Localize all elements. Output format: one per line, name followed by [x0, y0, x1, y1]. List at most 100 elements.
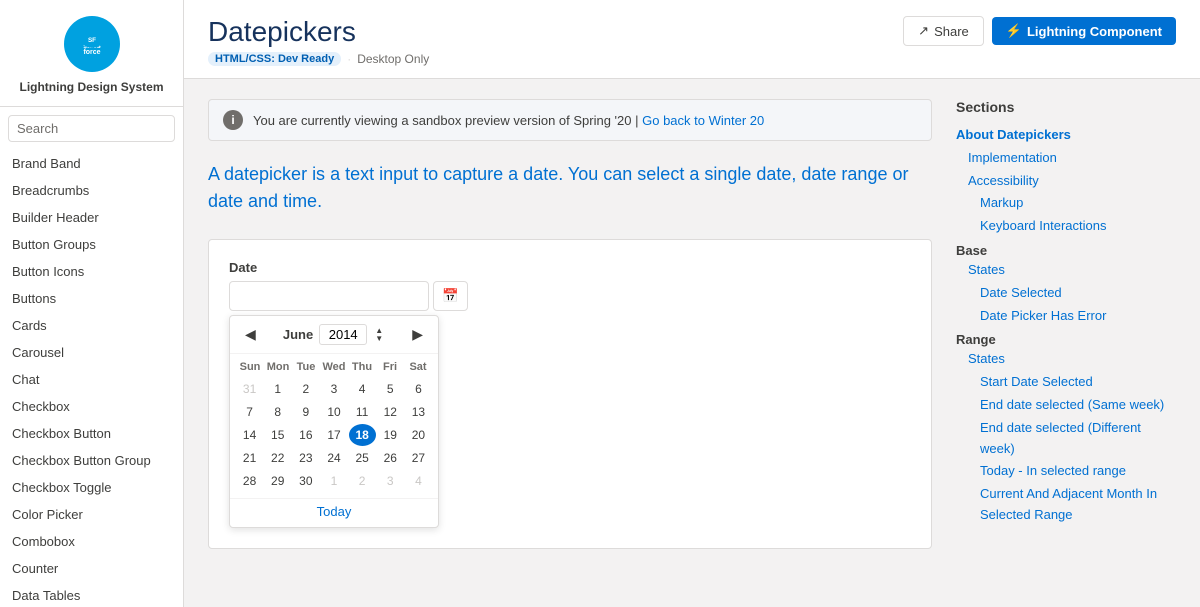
section-link[interactable]: Implementation: [956, 148, 1176, 169]
calendar-icon: 📅: [442, 288, 459, 303]
cal-day[interactable]: 21: [236, 447, 263, 469]
datepicker-input[interactable]: [229, 281, 429, 311]
alert-message: You are currently viewing a sandbox prev…: [253, 113, 764, 128]
year-down-button[interactable]: ▼: [373, 335, 385, 343]
logo-area: sales force SF Lightning Design System: [0, 0, 183, 107]
cal-day[interactable]: 4: [405, 470, 432, 492]
cal-day[interactable]: 28: [236, 470, 263, 492]
alert-link[interactable]: Go back to Winter 20: [642, 113, 764, 128]
cal-day[interactable]: 19: [377, 424, 404, 446]
cal-day[interactable]: 11: [349, 401, 376, 423]
cal-day[interactable]: 2: [292, 378, 319, 400]
cal-day[interactable]: 2: [349, 470, 376, 492]
cal-day[interactable]: 26: [377, 447, 404, 469]
cal-day[interactable]: 16: [292, 424, 319, 446]
sidebar-item-counter[interactable]: Counter: [0, 555, 183, 582]
section-link[interactable]: Date Picker Has Error: [956, 306, 1176, 327]
section-link[interactable]: Current And Adjacent Month In Selected R…: [956, 484, 1176, 526]
section-link[interactable]: Keyboard Interactions: [956, 216, 1176, 237]
section-group-title: Base: [956, 243, 1176, 258]
lightning-icon: ⚡: [1006, 23, 1022, 39]
cal-day[interactable]: 22: [264, 447, 291, 469]
section-item: End date selected (Different week): [956, 418, 1176, 460]
section-link[interactable]: About Datepickers: [956, 125, 1176, 146]
cal-day[interactable]: 1: [320, 470, 347, 492]
calendar-prev-button[interactable]: ◀: [240, 324, 261, 345]
search-input[interactable]: [8, 115, 175, 142]
cal-day[interactable]: 29: [264, 470, 291, 492]
cal-day[interactable]: 7: [236, 401, 263, 423]
cal-day[interactable]: 31: [236, 378, 263, 400]
section-link[interactable]: States: [956, 260, 1176, 281]
cal-day[interactable]: 30: [292, 470, 319, 492]
sidebar-item-buttons[interactable]: Buttons: [0, 285, 183, 312]
datepicker-calendar-button[interactable]: 📅: [433, 281, 468, 311]
cal-day-name-tue: Tue: [292, 358, 320, 376]
cal-day[interactable]: 17: [320, 424, 347, 446]
cal-day[interactable]: 1: [264, 378, 291, 400]
cal-day-name-sat: Sat: [404, 358, 432, 376]
cal-day[interactable]: 12: [377, 401, 404, 423]
cal-day[interactable]: 3: [320, 378, 347, 400]
sections-title: Sections: [956, 99, 1176, 115]
cal-day[interactable]: 14: [236, 424, 263, 446]
share-button[interactable]: ↗ Share: [903, 16, 984, 46]
sidebar-item-breadcrumbs[interactable]: Breadcrumbs: [0, 177, 183, 204]
cal-day[interactable]: 8: [264, 401, 291, 423]
cal-day[interactable]: 10: [320, 401, 347, 423]
sidebar-item-checkbox-button[interactable]: Checkbox Button: [0, 420, 183, 447]
cal-day[interactable]: 9: [292, 401, 319, 423]
main-header: Datepickers HTML/CSS: Dev Ready · Deskto…: [184, 0, 1200, 79]
nav-list: Brand BandBreadcrumbsBuilder HeaderButto…: [0, 146, 183, 607]
cal-day[interactable]: 23: [292, 447, 319, 469]
section-link[interactable]: End date selected (Same week): [956, 395, 1176, 416]
cal-day[interactable]: 27: [405, 447, 432, 469]
section-item: End date selected (Same week): [956, 395, 1176, 416]
sections-panel: Sections About DatepickersImplementation…: [956, 99, 1176, 549]
section-item: Date Selected: [956, 283, 1176, 304]
section-item: States: [956, 349, 1176, 370]
cal-day-name-sun: Sun: [236, 358, 264, 376]
sidebar-item-button-groups[interactable]: Button Groups: [0, 231, 183, 258]
sidebar-item-color-picker[interactable]: Color Picker: [0, 501, 183, 528]
sidebar-item-builder-header[interactable]: Builder Header: [0, 204, 183, 231]
cal-day[interactable]: 3: [377, 470, 404, 492]
section-group-title: Range: [956, 332, 1176, 347]
cal-day[interactable]: 4: [349, 378, 376, 400]
section-item: Implementation: [956, 148, 1176, 169]
sidebar-item-cards[interactable]: Cards: [0, 312, 183, 339]
section-link[interactable]: End date selected (Different week): [956, 418, 1176, 460]
sidebar-item-data-tables[interactable]: Data Tables: [0, 582, 183, 607]
svg-text:SF: SF: [87, 37, 95, 44]
calendar-month: June: [283, 327, 313, 342]
calendar-grid: SunMonTueWedThuFriSat 311234567891011121…: [230, 354, 438, 498]
today-link[interactable]: Today: [317, 504, 352, 519]
calendar-year-input[interactable]: [319, 324, 367, 345]
cal-day[interactable]: 24: [320, 447, 347, 469]
cal-day[interactable]: 5: [377, 378, 404, 400]
sidebar-item-checkbox-toggle[interactable]: Checkbox Toggle: [0, 474, 183, 501]
section-link[interactable]: Start Date Selected: [956, 372, 1176, 393]
lightning-component-button[interactable]: ⚡ Lightning Component: [992, 17, 1176, 45]
cal-day[interactable]: 15: [264, 424, 291, 446]
search-container: [0, 107, 183, 146]
share-icon: ↗: [918, 23, 929, 39]
sidebar-item-carousel[interactable]: Carousel: [0, 339, 183, 366]
sidebar-item-checkbox[interactable]: Checkbox: [0, 393, 183, 420]
cal-day[interactable]: 6: [405, 378, 432, 400]
cal-day[interactable]: 18: [349, 424, 376, 446]
sidebar-item-checkbox-button-group[interactable]: Checkbox Button Group: [0, 447, 183, 474]
cal-day[interactable]: 13: [405, 401, 432, 423]
calendar-next-button[interactable]: ▶: [407, 324, 428, 345]
section-link[interactable]: Accessibility: [956, 171, 1176, 192]
cal-day[interactable]: 25: [349, 447, 376, 469]
section-link[interactable]: Date Selected: [956, 283, 1176, 304]
sidebar-item-chat[interactable]: Chat: [0, 366, 183, 393]
sidebar-item-brand-band[interactable]: Brand Band: [0, 150, 183, 177]
section-link[interactable]: Today - In selected range: [956, 461, 1176, 482]
cal-day[interactable]: 20: [405, 424, 432, 446]
sidebar-item-combobox[interactable]: Combobox: [0, 528, 183, 555]
section-link[interactable]: Markup: [956, 193, 1176, 214]
sidebar-item-button-icons[interactable]: Button Icons: [0, 258, 183, 285]
section-link[interactable]: States: [956, 349, 1176, 370]
